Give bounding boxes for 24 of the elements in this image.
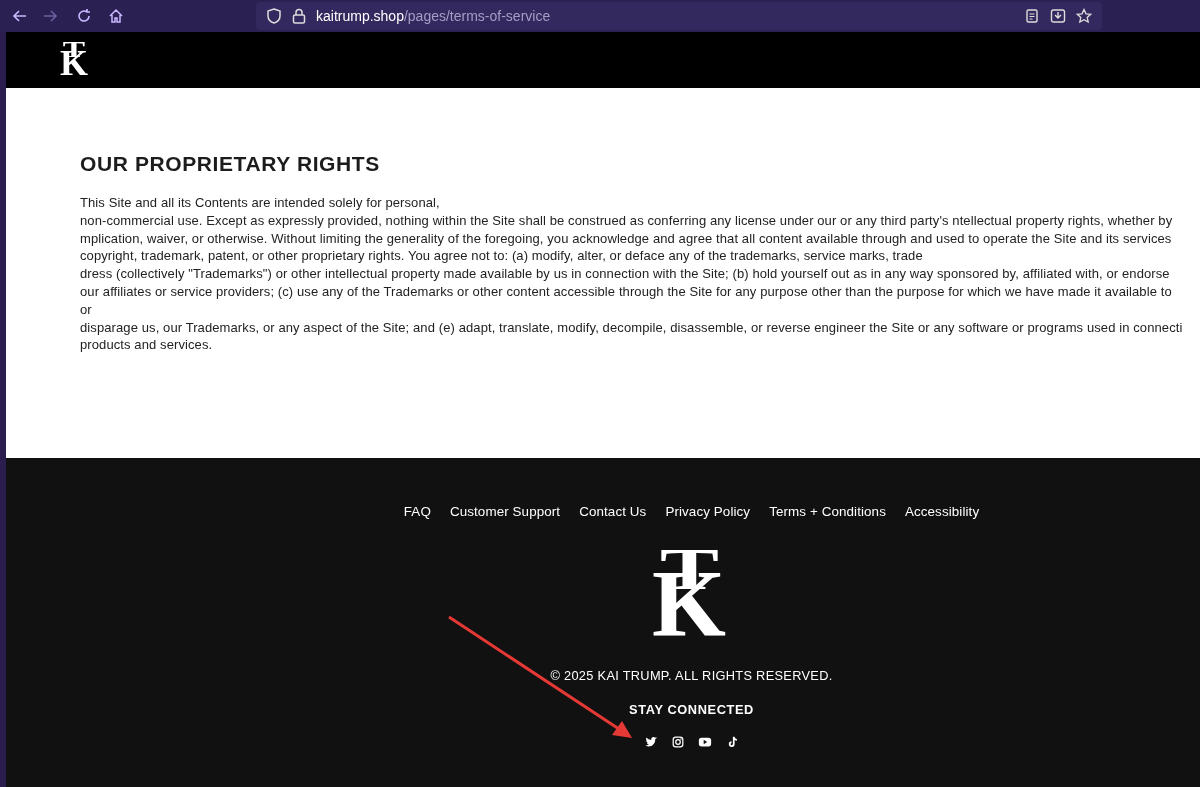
- footer-link[interactable]: Privacy Policy: [665, 504, 751, 519]
- home-icon[interactable]: [108, 8, 124, 24]
- section-heading: OUR PROPRIETARY RIGHTS: [80, 152, 381, 176]
- shield-icon[interactable]: [266, 8, 282, 24]
- footer-link[interactable]: FAQ: [403, 504, 431, 519]
- terms-paragraph: This Site and all its Contents are intended solely for personal, non-commercial use. Except as expressly provided, nothing within the Site shall be construed as conferring any license under our or any third party's ntellectual property rights, whether by mplication, waiver, or otherwise. Without limiting the generality of the foregoing, you acknowledge and agree that all content available through and used to operate the Site and its services copyright, trademark, patent, or other proprietary rights. You agree not to: (a) modify, alter, or deface any of the trademarks, service marks, trade dress (collectively "Trademarks") or other intellectual property made available by us in connection with the Site; (b) hold yourself out as in any way sponsored by, affiliated with, or endorse our affiliates or service providers; (c) use any of the Trademarks or other content accessible through the Site for any purpose other than the purpose for which we have made it available to or disparage us, our Trademarks, or any aspect of the Site; and (e) adapt, translate, modify, decompile, disassemble, or reverse engineer the Site or any software or programs used in connecti products and services.: [80, 194, 1184, 355]
- address-bar[interactable]: kaitrump.shop/pages/terms-of-service: [256, 2, 1102, 30]
- social-heading: STAY CONNECTED: [629, 702, 754, 717]
- reload-icon[interactable]: [76, 8, 92, 24]
- footer-link[interactable]: Accessibility: [904, 504, 980, 519]
- bird-icon[interactable]: [644, 735, 658, 749]
- reader-view-icon[interactable]: [1024, 8, 1040, 24]
- copyright-text: © 2025 KAI TRUMP. ALL RIGHTS RESERVED.: [550, 668, 833, 683]
- footer-link[interactable]: Terms + Conditions: [769, 504, 886, 519]
- download-icon[interactable]: [1050, 8, 1066, 24]
- bookmark-star-icon[interactable]: [1076, 8, 1092, 24]
- footer-link[interactable]: Customer Support: [449, 504, 561, 519]
- lock-icon: [292, 8, 306, 24]
- footer-link[interactable]: Contact Us: [579, 504, 647, 519]
- forward-icon[interactable]: [42, 8, 58, 24]
- url-text: kaitrump.shop/pages/terms-of-service: [316, 8, 551, 24]
- back-icon[interactable]: [12, 8, 28, 24]
- play-button-icon[interactable]: [698, 735, 712, 749]
- camera-icon[interactable]: [671, 735, 685, 749]
